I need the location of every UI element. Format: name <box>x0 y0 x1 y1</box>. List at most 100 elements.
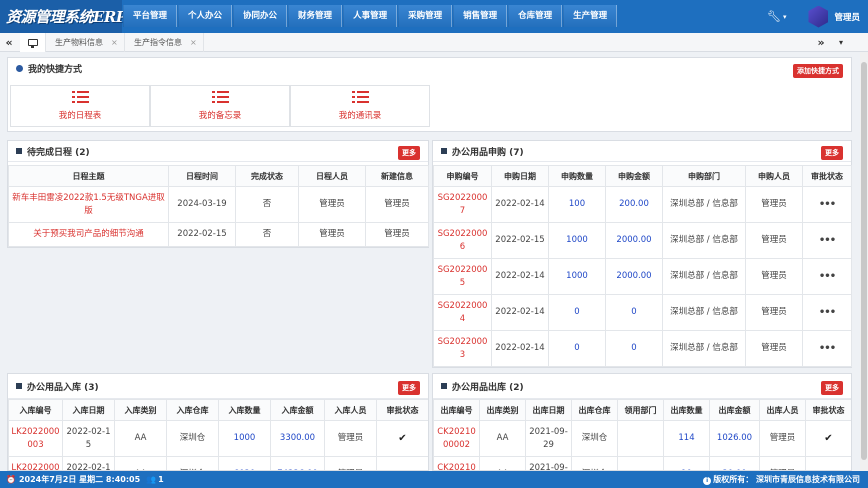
stock-in-id-link[interactable]: LK2022000002 <box>8 456 63 470</box>
stock-out-id-link[interactable]: CK2021000001 <box>433 456 480 470</box>
table-header-row: 日程主题 日程时间 完成状态 日程人员 新建信息 <box>8 165 429 187</box>
shortcut-schedule[interactable]: 我的日程表 <box>10 85 150 127</box>
table-cell: 74326.00 <box>270 456 325 470</box>
nav-item-finance[interactable]: 财务管理 <box>288 5 343 27</box>
table-cell: 6020 <box>218 456 271 470</box>
table-cell: 深圳总部 / 信息部 <box>662 330 746 367</box>
purchase-id-link[interactable]: SG20220005 <box>433 258 492 295</box>
scrollbar-thumb[interactable] <box>861 62 867 460</box>
nav-item-purchasing[interactable]: 采购管理 <box>398 5 453 27</box>
approval-status-icon[interactable]: ••• <box>802 222 852 259</box>
table-cell: 管理员 <box>745 258 803 295</box>
column-header: 审批状态 <box>802 165 852 187</box>
more-button[interactable]: 更多 <box>398 146 420 160</box>
table-cell: AA <box>479 456 526 470</box>
stock-in-id-link[interactable]: LK2022000003 <box>8 420 63 457</box>
column-header: 入库金额 <box>270 399 325 421</box>
tabs-prev-icon[interactable]: « <box>0 33 18 52</box>
column-header: 入库日期 <box>62 399 115 421</box>
more-button[interactable]: 更多 <box>821 381 843 395</box>
table-cell: 否 <box>235 222 299 247</box>
column-header: 日程时间 <box>168 165 236 187</box>
column-header: 出库金额 <box>709 399 760 421</box>
nav-item-warehouse[interactable]: 仓库管理 <box>508 5 563 27</box>
table-header-row: 入库编号 入库日期 入库类别 入库仓库 入库数量 入库金额 入库人员 审批状态 <box>8 399 428 421</box>
check-icon: ✔ <box>805 456 851 470</box>
nav-item-platform[interactable]: 平台管理 <box>123 5 178 27</box>
nav-item-production[interactable]: 生产管理 <box>563 5 618 27</box>
logo-text: 资源管理系统ERP <box>6 8 127 26</box>
purchase-id-link[interactable]: SG20220007 <box>433 186 492 223</box>
table-cell: 2022-02-14 <box>491 330 549 367</box>
tab-production-order[interactable]: 生产指令信息 × <box>126 33 204 52</box>
user-avatar[interactable] <box>808 5 829 28</box>
square-icon <box>16 148 22 154</box>
table-cell: 2022-02-14 <box>491 294 549 331</box>
users-icon: 👥 <box>146 475 157 484</box>
shortcut-contacts[interactable]: 我的通讯录 <box>290 85 430 127</box>
table-cell: 200.00 <box>605 186 663 223</box>
nav-item-sales[interactable]: 销售管理 <box>453 5 508 27</box>
table-cell: 30.00 <box>709 456 760 470</box>
shortcuts-panel: 我的快捷方式 添加快捷方式 我的日程表 我的备忘录 我的通讯录 <box>7 57 852 132</box>
panel-title: 办公用品出库 (2) <box>452 382 524 393</box>
column-header: 申购人员 <box>745 165 803 187</box>
tabs-menu-icon[interactable]: ▾ <box>832 33 850 52</box>
table-cell: 100 <box>548 186 606 223</box>
nav-item-personal-office[interactable]: 个人办公 <box>178 5 233 27</box>
table-cell: 深圳总部 / 信息部 <box>662 186 746 223</box>
tabs-next-icon[interactable]: » <box>812 33 830 52</box>
table-row: CK2021000002 AA 2021-09-29 深圳仓 114 1026.… <box>433 420 851 457</box>
more-button[interactable]: 更多 <box>821 146 843 160</box>
vertical-scrollbar[interactable] <box>860 52 868 471</box>
table-cell: 10 <box>663 456 710 470</box>
table-cell: 2024-03-19 <box>168 186 236 223</box>
more-button[interactable]: 更多 <box>398 381 420 395</box>
purchase-id-link[interactable]: SG20220003 <box>433 330 492 367</box>
table-cell <box>617 420 664 457</box>
stock-out-id-link[interactable]: CK2021000002 <box>433 420 480 457</box>
panel-header: 办公用品入库 (3) 更多 <box>8 374 428 399</box>
wrench-icon[interactable]: 🔧︎ <box>767 10 781 23</box>
purchase-id-link[interactable]: SG20220004 <box>433 294 492 331</box>
nav-item-hr[interactable]: 人事管理 <box>343 5 398 27</box>
shortcut-label: 我的备忘录 <box>198 111 242 121</box>
app-logo[interactable]: 资源管理系统ERP <box>0 0 127 33</box>
close-icon[interactable]: × <box>111 38 118 47</box>
datetime-text: 2024年7月2日 星期二 8:40:05 <box>18 475 141 484</box>
caret-down-icon[interactable]: ▾ <box>783 13 787 21</box>
table-cell: AA <box>114 420 167 457</box>
approval-status-icon[interactable]: ••• <box>802 186 852 223</box>
column-header: 申购金额 <box>605 165 663 187</box>
user-name[interactable]: 管理员 <box>834 11 860 23</box>
tab-label: 生产指令信息 <box>134 38 182 47</box>
table-row: SG20220005 2022-02-14 1000 2000.00 深圳总部 … <box>433 258 852 295</box>
add-shortcut-button[interactable]: 添加快捷方式 <box>793 64 843 78</box>
panel-title: 办公用品申购 (7) <box>452 147 524 158</box>
table-cell: 管理员 <box>759 420 806 457</box>
tab-production-material[interactable]: 生产物料信息 × <box>47 33 125 52</box>
schedule-subject-link[interactable]: 关于预买我司产品的细节沟通 <box>8 222 169 247</box>
table-header-row: 出库编号 出库类别 出库日期 出库仓库 领用部门 出库数量 出库金额 出库人员 … <box>433 399 851 421</box>
monitor-icon <box>27 39 38 48</box>
tab-home[interactable] <box>20 33 46 52</box>
purchase-id-link[interactable]: SG20220006 <box>433 222 492 259</box>
schedule-subject-link[interactable]: 新车丰田雷凌2022款1.5无级TNGA进取版 <box>8 186 169 223</box>
close-icon[interactable]: × <box>190 38 197 47</box>
table-cell: 2022-02-15 <box>491 222 549 259</box>
shortcut-memo[interactable]: 我的备忘录 <box>150 85 290 127</box>
approval-status-icon[interactable]: ••• <box>802 258 852 295</box>
list-icon <box>351 91 369 104</box>
approval-status-icon[interactable]: ••• <box>802 330 852 367</box>
table-cell: 2022-02-14 <box>491 258 549 295</box>
nav-item-collaboration[interactable]: 协同办公 <box>233 5 288 27</box>
column-header: 申购编号 <box>433 165 492 187</box>
column-header: 入库人员 <box>324 399 377 421</box>
table-cell: 深圳仓 <box>571 456 618 470</box>
stock-in-table: 入库编号 入库日期 入库类别 入库仓库 入库数量 入库金额 入库人员 审批状态 … <box>8 399 428 470</box>
table-cell: 1000 <box>218 420 271 457</box>
table-cell: 深圳总部 / 信息部 <box>662 294 746 331</box>
status-bar: ⏰ 2024年7月2日 星期二 8:40:05 👥 1 i 版权所有： 深圳市青辰… <box>0 471 868 488</box>
approval-status-icon[interactable]: ••• <box>802 294 852 331</box>
table-row: LK2022000003 2022-02-15 AA 深圳仓 1000 3300… <box>8 420 428 457</box>
